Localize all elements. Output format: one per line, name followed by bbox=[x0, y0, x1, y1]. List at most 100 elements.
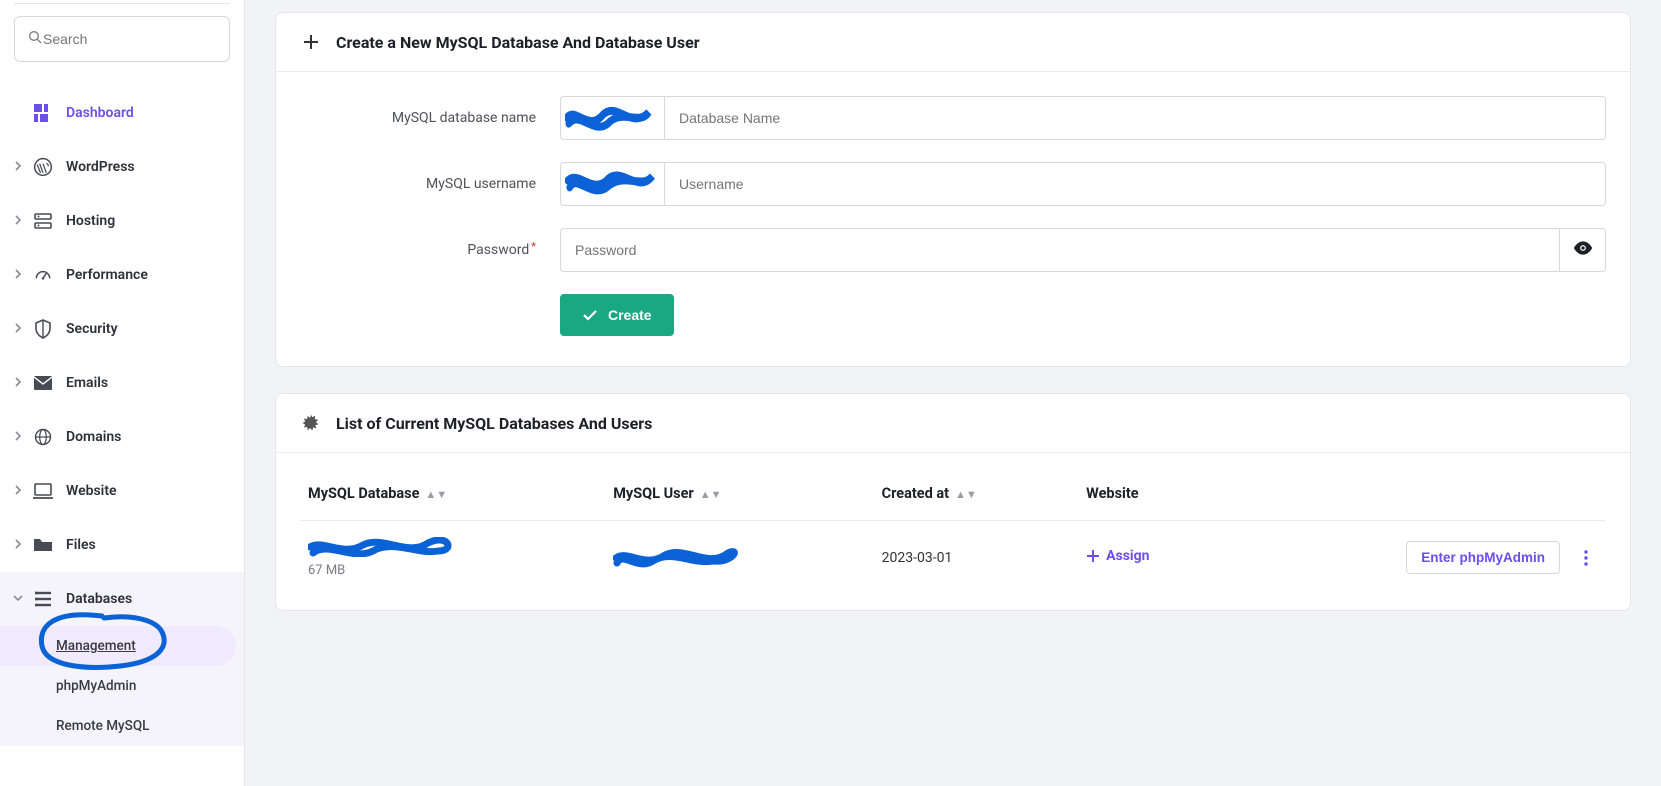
chevron-right-icon bbox=[14, 429, 24, 445]
sidebar-item-label: Files bbox=[66, 537, 96, 553]
folder-icon bbox=[32, 534, 54, 556]
sidebar-item-label: Emails bbox=[66, 375, 108, 391]
card-header: List of Current MySQL Databases And User… bbox=[276, 394, 1630, 452]
globe-icon bbox=[32, 426, 54, 448]
main-content: Create a New MySQL Database And Database… bbox=[245, 0, 1661, 786]
server-icon bbox=[32, 210, 54, 232]
redacted-scribble bbox=[308, 537, 458, 557]
chevron-right-icon bbox=[14, 213, 24, 229]
row-menu-button[interactable] bbox=[1574, 546, 1598, 570]
eye-icon bbox=[1573, 241, 1593, 259]
sidebar-item-label: Domains bbox=[66, 429, 121, 445]
sidebar-subitem-label: phpMyAdmin bbox=[56, 678, 136, 694]
search-icon bbox=[27, 29, 43, 49]
card-title: List of Current MySQL Databases And User… bbox=[336, 414, 652, 433]
password-visibility-toggle[interactable] bbox=[1560, 228, 1606, 272]
databases-list-card: List of Current MySQL Databases And User… bbox=[275, 393, 1631, 611]
redacted-scribble bbox=[613, 547, 743, 569]
table-row: 67 MB 2023-03-01 As bbox=[300, 521, 1606, 595]
sidebar-item-label: Website bbox=[66, 483, 117, 499]
sidebar-subitem-management[interactable]: Management bbox=[0, 626, 236, 666]
search-box[interactable] bbox=[14, 16, 230, 62]
sidebar-item-domains[interactable]: Domains bbox=[0, 410, 244, 464]
sidebar-item-label: WordPress bbox=[66, 159, 135, 175]
gauge-icon bbox=[32, 264, 54, 286]
dashboard-icon bbox=[32, 102, 54, 124]
sidebar-item-label: Dashboard bbox=[66, 105, 134, 121]
cell-actions: Enter phpMyAdmin bbox=[1224, 521, 1606, 595]
sidebar-item-performance[interactable]: Performance bbox=[0, 248, 244, 302]
chevron-down-icon bbox=[14, 591, 24, 607]
col-website: Website bbox=[1078, 475, 1224, 521]
sidebar-item-label: Databases bbox=[66, 591, 132, 607]
label-db-name: MySQL database name bbox=[300, 110, 560, 126]
wordpress-icon bbox=[32, 156, 54, 178]
laptop-icon bbox=[32, 480, 54, 502]
sidebar-item-label: Security bbox=[66, 321, 118, 337]
sidebar-item-hosting[interactable]: Hosting bbox=[0, 194, 244, 248]
sort-icon: ▲▼ bbox=[425, 488, 447, 501]
cell-user bbox=[605, 521, 873, 595]
required-marker: * bbox=[531, 240, 536, 253]
create-form: MySQL database name MySQL username bbox=[276, 72, 1630, 366]
assign-label: Assign bbox=[1106, 548, 1149, 564]
sidebar-item-files[interactable]: Files bbox=[0, 518, 244, 572]
label-password: Password* bbox=[300, 242, 560, 258]
chevron-right-icon bbox=[14, 375, 24, 391]
gear-icon bbox=[300, 412, 322, 434]
sidebar-nav: Dashboard WordPress Hosting bbox=[0, 76, 244, 746]
mail-icon bbox=[32, 372, 54, 394]
card-title: Create a New MySQL Database And Database… bbox=[336, 33, 700, 52]
chevron-right-icon bbox=[14, 483, 24, 499]
chevron-right-icon bbox=[14, 267, 24, 283]
db-name-prefix bbox=[560, 96, 664, 140]
cell-website: Assign bbox=[1078, 521, 1224, 595]
sort-icon: ▲▼ bbox=[955, 488, 977, 501]
sidebar-item-databases[interactable]: Databases bbox=[0, 572, 244, 626]
sidebar-subitem-label: Remote MySQL bbox=[56, 718, 149, 734]
username-input[interactable] bbox=[664, 162, 1606, 206]
sidebar-subitem-phpmyadmin[interactable]: phpMyAdmin bbox=[0, 666, 244, 706]
col-db[interactable]: MySQL Database▲▼ bbox=[300, 475, 605, 521]
col-user[interactable]: MySQL User▲▼ bbox=[605, 475, 873, 521]
username-prefix bbox=[560, 162, 664, 206]
card-header: Create a New MySQL Database And Database… bbox=[276, 13, 1630, 71]
row-db-name: MySQL database name bbox=[300, 96, 1606, 140]
label-username: MySQL username bbox=[300, 176, 560, 192]
shield-icon bbox=[32, 318, 54, 340]
sidebar-item-emails[interactable]: Emails bbox=[0, 356, 244, 410]
check-icon bbox=[582, 309, 598, 321]
divider bbox=[14, 3, 230, 4]
password-input[interactable] bbox=[560, 228, 1560, 272]
chevron-right-icon bbox=[14, 159, 24, 175]
row-password: Password* bbox=[300, 228, 1606, 272]
redacted-scribble bbox=[565, 167, 660, 201]
sidebar-item-security[interactable]: Security bbox=[0, 302, 244, 356]
plus-icon bbox=[300, 31, 322, 53]
cell-created: 2023-03-01 bbox=[874, 521, 1078, 595]
plus-icon bbox=[1086, 549, 1100, 563]
assign-button[interactable]: Assign bbox=[1086, 548, 1149, 564]
create-button[interactable]: Create bbox=[560, 294, 674, 336]
db-name-input[interactable] bbox=[664, 96, 1606, 140]
create-database-card: Create a New MySQL Database And Database… bbox=[275, 12, 1631, 367]
button-label: Create bbox=[608, 307, 652, 323]
sidebar: Dashboard WordPress Hosting bbox=[0, 0, 245, 786]
sidebar-item-label: Performance bbox=[66, 267, 148, 283]
redacted-scribble bbox=[565, 101, 660, 135]
sidebar-item-dashboard[interactable]: Dashboard bbox=[0, 86, 244, 140]
sidebar-item-website[interactable]: Website bbox=[0, 464, 244, 518]
database-icon bbox=[32, 588, 54, 610]
col-created[interactable]: Created at▲▼ bbox=[874, 475, 1078, 521]
sidebar-subitem-remote-mysql[interactable]: Remote MySQL bbox=[0, 706, 244, 746]
db-table: MySQL Database▲▼ MySQL User▲▼ Created at… bbox=[276, 453, 1630, 610]
sort-icon: ▲▼ bbox=[700, 488, 722, 501]
button-row: Create bbox=[300, 294, 1606, 336]
cell-db: 67 MB bbox=[300, 521, 605, 595]
row-username: MySQL username bbox=[300, 162, 1606, 206]
enter-phpmyadmin-button[interactable]: Enter phpMyAdmin bbox=[1406, 541, 1560, 574]
sidebar-item-wordpress[interactable]: WordPress bbox=[0, 140, 244, 194]
search-input[interactable] bbox=[43, 31, 224, 47]
chevron-right-icon bbox=[14, 537, 24, 553]
sidebar-item-label: Hosting bbox=[66, 213, 115, 229]
